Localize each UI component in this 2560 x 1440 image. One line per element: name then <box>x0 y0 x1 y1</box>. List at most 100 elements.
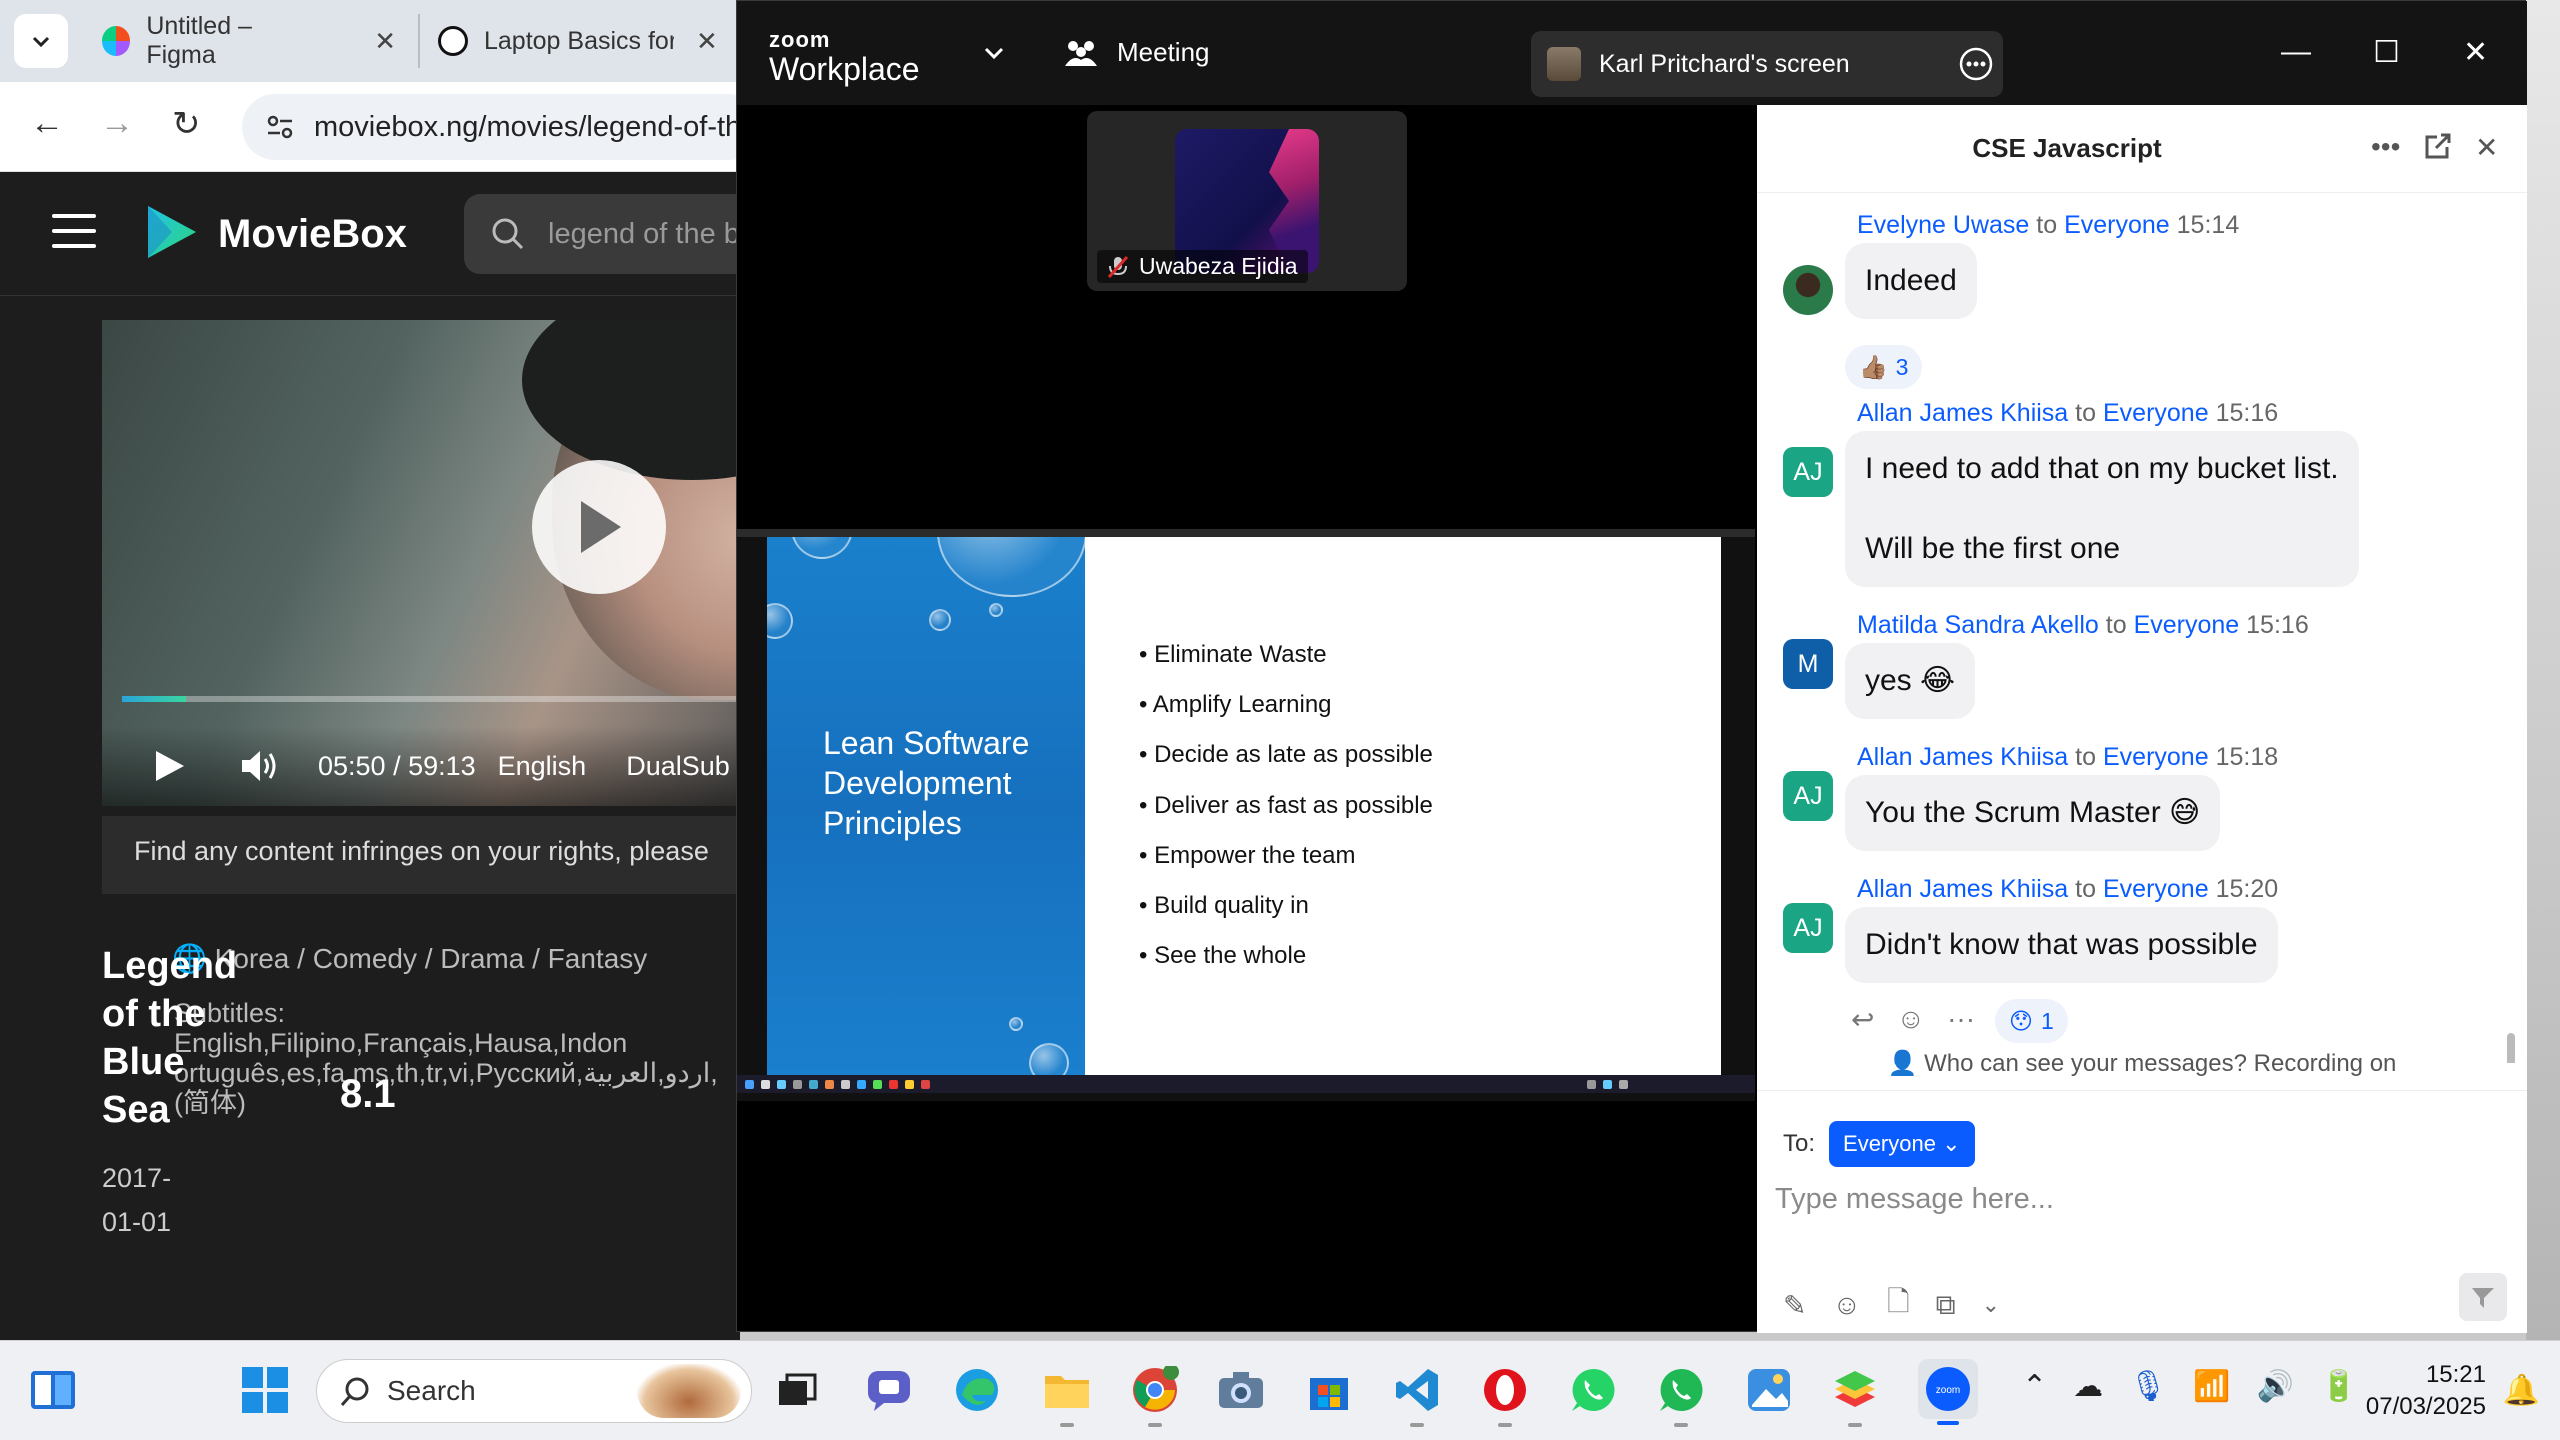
sender-name[interactable]: Allan James Khiisa <box>1857 875 2068 903</box>
format-text-icon[interactable]: ✎ <box>1783 1289 1806 1322</box>
movie-date: 2017-01-01 <box>102 1163 172 1237</box>
popout-icon[interactable] <box>2423 131 2453 161</box>
more-icon[interactable]: ··· <box>1947 1003 1975 1036</box>
photos-icon[interactable] <box>1742 1363 1796 1417</box>
reaction-thumbs-up[interactable]: 👍🏽 3 <box>1845 345 1923 389</box>
avatar[interactable]: AJ <box>1783 447 1833 497</box>
active-app-indicator <box>1060 1423 1074 1427</box>
play-button[interactable] <box>532 460 666 594</box>
notification-bell-icon[interactable]: 🔔 <box>2503 1373 2540 1408</box>
task-view-icon[interactable] <box>770 1363 824 1417</box>
add-reaction-icon[interactable]: ☺ <box>1896 1003 1925 1036</box>
file-icon[interactable]: 🗋 <box>1887 1281 1910 1329</box>
chrome-icon[interactable] <box>1128 1363 1182 1427</box>
close-tab-icon[interactable]: ✕ <box>696 26 718 57</box>
participant-tile[interactable]: Uwabeza Ejidia <box>1087 111 1407 291</box>
volume-icon[interactable]: 🔊 <box>2257 1369 2294 1404</box>
opera-icon[interactable] <box>1478 1363 1532 1427</box>
movie-genres: 🌐 Korea / Comedy / Drama / Fantasy <box>172 942 647 975</box>
send-button[interactable] <box>2459 1273 2507 1321</box>
sender-name[interactable]: Allan James Khiisa <box>1857 399 2068 427</box>
recipient-dropdown[interactable]: Everyone ⌄ <box>1829 1121 1975 1167</box>
teams-chat-icon[interactable] <box>862 1363 916 1417</box>
back-icon[interactable]: ← <box>30 104 64 143</box>
screenshot-icon[interactable]: ⧉ <box>1936 1289 1956 1322</box>
zoom-app-icon[interactable]: zoom <box>1918 1359 1978 1425</box>
address-bar[interactable]: moviebox.ng/movies/legend-of-th <box>242 94 740 160</box>
dualsub-toggle[interactable]: DualSub <box>626 751 730 782</box>
zoom-brand: zoom Workplace <box>769 29 920 88</box>
close-chat-icon[interactable]: ✕ <box>2475 131 2498 164</box>
audio-language[interactable]: English <box>498 751 587 782</box>
shared-window-titlebar <box>737 529 1755 537</box>
message-bubble[interactable]: Didn't know that was possible <box>1845 907 2278 983</box>
onedrive-icon[interactable]: ☁ <box>2073 1369 2103 1404</box>
avatar[interactable]: M <box>1783 639 1833 689</box>
store-icon[interactable] <box>1302 1363 1356 1417</box>
battery-icon[interactable]: 🔋 <box>2320 1369 2357 1404</box>
video-progress-bar[interactable] <box>122 696 740 702</box>
message-meta: Allan James Khiisa to Everyone 15:18 <box>1857 743 2278 772</box>
reload-icon[interactable]: ↻ <box>172 104 201 144</box>
microphone-icon[interactable]: 🎙 <box>2129 1369 2167 1404</box>
close-icon[interactable]: ✕ <box>2463 35 2488 70</box>
reply-icon[interactable]: ↩ <box>1851 1003 1874 1036</box>
widgets-icon[interactable] <box>26 1363 80 1417</box>
message-input[interactable]: Type message here... <box>1775 1183 2054 1216</box>
avatar[interactable]: AJ <box>1783 903 1833 953</box>
minimize-icon[interactable]: — <box>2281 35 2311 69</box>
moviebox-header: MovieBox legend of the b <box>0 172 740 296</box>
avatar[interactable]: AJ <box>1783 771 1833 821</box>
moviebox-search[interactable]: legend of the b <box>464 194 740 274</box>
search-highlight-icon <box>637 1364 741 1418</box>
chat-more-icon[interactable]: ••• <box>2371 131 2400 163</box>
camera-icon[interactable] <box>1214 1363 1268 1417</box>
visibility-note[interactable]: 👤 Who can see your messages? Recording o… <box>1757 1049 2527 1091</box>
play-small-icon[interactable] <box>154 749 186 783</box>
copyright-notice: Find any content infringes on your right… <box>102 816 740 894</box>
close-tab-icon[interactable]: ✕ <box>374 26 396 57</box>
message-bubble[interactable]: I need to add that on my bucket list. Wi… <box>1845 431 2359 587</box>
wifi-icon[interactable]: 📶 <box>2193 1369 2230 1404</box>
file-explorer-icon[interactable] <box>1040 1363 1094 1427</box>
emoji-icon[interactable]: ☺ <box>1832 1289 1861 1321</box>
tab-search-button[interactable] <box>14 14 68 68</box>
sender-name[interactable]: Allan James Khiisa <box>1857 743 2068 771</box>
browser-tab-figma[interactable]: Untitled – Figma ✕ <box>84 12 414 69</box>
more-options-icon[interactable] <box>1959 47 1993 81</box>
participants-icon <box>1065 40 1097 66</box>
meeting-menu[interactable]: Meeting <box>1063 37 1210 68</box>
edge-icon[interactable] <box>950 1363 1004 1417</box>
clock[interactable]: 15:21 07/03/2025 <box>2366 1359 2486 1423</box>
message-meta: Evelyne Uwase to Everyone 15:14 <box>1857 211 2239 240</box>
volume-icon[interactable] <box>240 749 278 783</box>
avatar[interactable] <box>1783 265 1833 315</box>
screen-share-indicator[interactable]: Karl Pritchard's screen <box>1531 31 2003 97</box>
chevron-down-icon[interactable]: ⌄ <box>1982 1292 2000 1318</box>
message-bubble[interactable]: yes 😂 <box>1845 643 1976 719</box>
chevron-up-icon[interactable]: ⌃ <box>2022 1369 2047 1404</box>
sender-name[interactable]: Evelyne Uwase <box>1857 211 2029 239</box>
message-line: Will be the first one <box>1865 532 2121 565</box>
maximize-icon[interactable]: ☐ <box>2373 35 2400 70</box>
video-player[interactable]: 05:50 / 59:13 English DualSub <box>102 320 740 806</box>
message-time: 15:14 <box>2176 211 2240 239</box>
slide-bullet: Eliminate Waste <box>1139 641 1433 691</box>
sender-name[interactable]: Matilda Sandra Akello <box>1857 611 2099 639</box>
genre-text: Korea / Comedy / Drama / Fantasy <box>214 943 648 974</box>
taskbar-search[interactable]: Search <box>316 1359 752 1423</box>
message-bubble[interactable]: Indeed <box>1845 243 1977 319</box>
menu-icon[interactable] <box>52 214 96 259</box>
chevron-down-icon[interactable] <box>983 45 1005 61</box>
site-settings-icon[interactable] <box>266 114 294 140</box>
start-icon[interactable] <box>238 1363 292 1417</box>
forward-icon[interactable]: → <box>100 104 134 143</box>
participant-name: Uwabeza Ejidia <box>1139 253 1298 279</box>
bluestacks-icon[interactable] <box>1828 1363 1882 1427</box>
message-bubble[interactable]: You the Scrum Master 😅 <box>1845 775 2221 851</box>
browser-tab-chatgpt[interactable]: Laptop Basics for E ✕ <box>418 14 740 68</box>
reaction-hushed[interactable]: 😯 1 <box>1995 999 2068 1043</box>
whatsapp-icon[interactable] <box>1566 1363 1620 1417</box>
vscode-icon[interactable] <box>1390 1363 1444 1427</box>
whatsapp-business-icon[interactable] <box>1654 1363 1708 1427</box>
